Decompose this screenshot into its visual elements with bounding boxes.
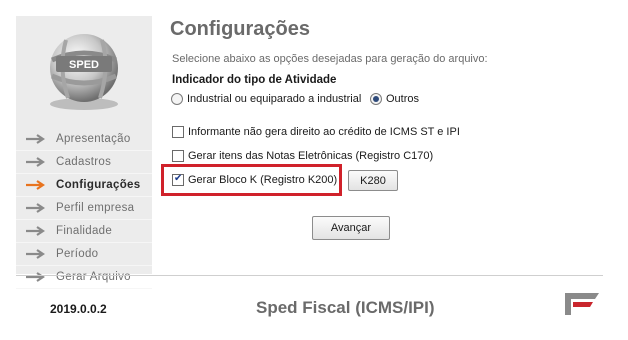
checkbox-registro-c170[interactable]: Gerar itens das Notas Eletrônicas (Regis… — [172, 150, 433, 162]
sidebar-item-label: Cadastros — [56, 156, 112, 168]
radio-industrial[interactable]: Industrial ou equiparado a industrial — [171, 93, 361, 105]
k280-button[interactable]: K280 — [348, 170, 398, 191]
sidebar-item-configuracoes[interactable]: Configurações — [16, 174, 152, 197]
sidebar-item-label: Perfil empresa — [56, 202, 135, 214]
sped-logo: SPED — [16, 16, 152, 122]
sidebar-item-cadastros[interactable]: Cadastros — [16, 151, 152, 174]
radio-outros[interactable]: Outros — [370, 93, 419, 105]
checkbox-icms-st-ipi[interactable]: Informante não gera direito ao crédito d… — [172, 126, 460, 138]
arrow-right-icon — [26, 203, 45, 213]
sidebar-item-label: Configurações — [56, 179, 141, 191]
sidebar-item-gerar-arquivo[interactable]: Gerar Arquivo — [16, 266, 152, 289]
arrow-right-icon — [26, 157, 45, 167]
checkbox-registro-c170-label: Gerar itens das Notas Eletrônicas (Regis… — [188, 150, 434, 162]
radio-outros-label: Outros — [386, 93, 420, 105]
highlight-box — [161, 164, 342, 196]
sidebar-nav: Apresentação Cadastros Configurações Per… — [16, 128, 152, 289]
activity-type-label: Indicador do tipo de Atividade — [172, 74, 337, 86]
sidebar-item-label: Finalidade — [56, 225, 113, 237]
sidebar-item-apresentacao[interactable]: Apresentação — [16, 128, 152, 151]
sidebar-item-perfil-empresa[interactable]: Perfil empresa — [16, 197, 152, 220]
arrow-right-icon — [26, 249, 45, 259]
footer-divider — [16, 275, 603, 276]
app-window: SPED Apresentação Cadastros Configuraçõe… — [0, 0, 628, 340]
radio-outros-button[interactable] — [370, 93, 382, 105]
page-title: Configurações — [170, 18, 311, 40]
sidebar-item-label: Período — [56, 248, 99, 260]
arrow-right-icon — [26, 180, 45, 190]
sidebar-item-periodo[interactable]: Período — [16, 243, 152, 266]
arrow-right-icon — [26, 134, 45, 144]
page-subtitle: Selecione abaixo as opções desejadas par… — [172, 53, 488, 65]
sidebar: SPED Apresentação Cadastros Configuraçõe… — [16, 16, 152, 289]
sidebar-item-label: Apresentação — [56, 133, 131, 145]
version-label: 2019.0.0.2 — [50, 302, 107, 316]
radio-industrial-label: Industrial ou equiparado a industrial — [187, 93, 362, 105]
logo-text: SPED — [69, 59, 99, 71]
checkbox-icms-st-ipi-label: Informante não gera direito ao crédito d… — [188, 126, 460, 138]
product-name: Sped Fiscal (ICMS/IPI) — [256, 298, 435, 317]
radio-industrial-button[interactable] — [171, 93, 183, 105]
next-button[interactable]: Avançar — [312, 216, 390, 240]
brand-logo-icon — [565, 293, 599, 315]
sidebar-item-finalidade[interactable]: Finalidade — [16, 220, 152, 243]
sped-sphere-icon: SPED — [50, 34, 118, 110]
checkbox-icms-st-ipi-box[interactable] — [172, 126, 184, 138]
arrow-right-icon — [26, 226, 45, 236]
checkbox-registro-c170-box[interactable] — [172, 150, 184, 162]
arrow-right-icon — [26, 272, 45, 282]
sidebar-item-label: Gerar Arquivo — [56, 271, 131, 283]
